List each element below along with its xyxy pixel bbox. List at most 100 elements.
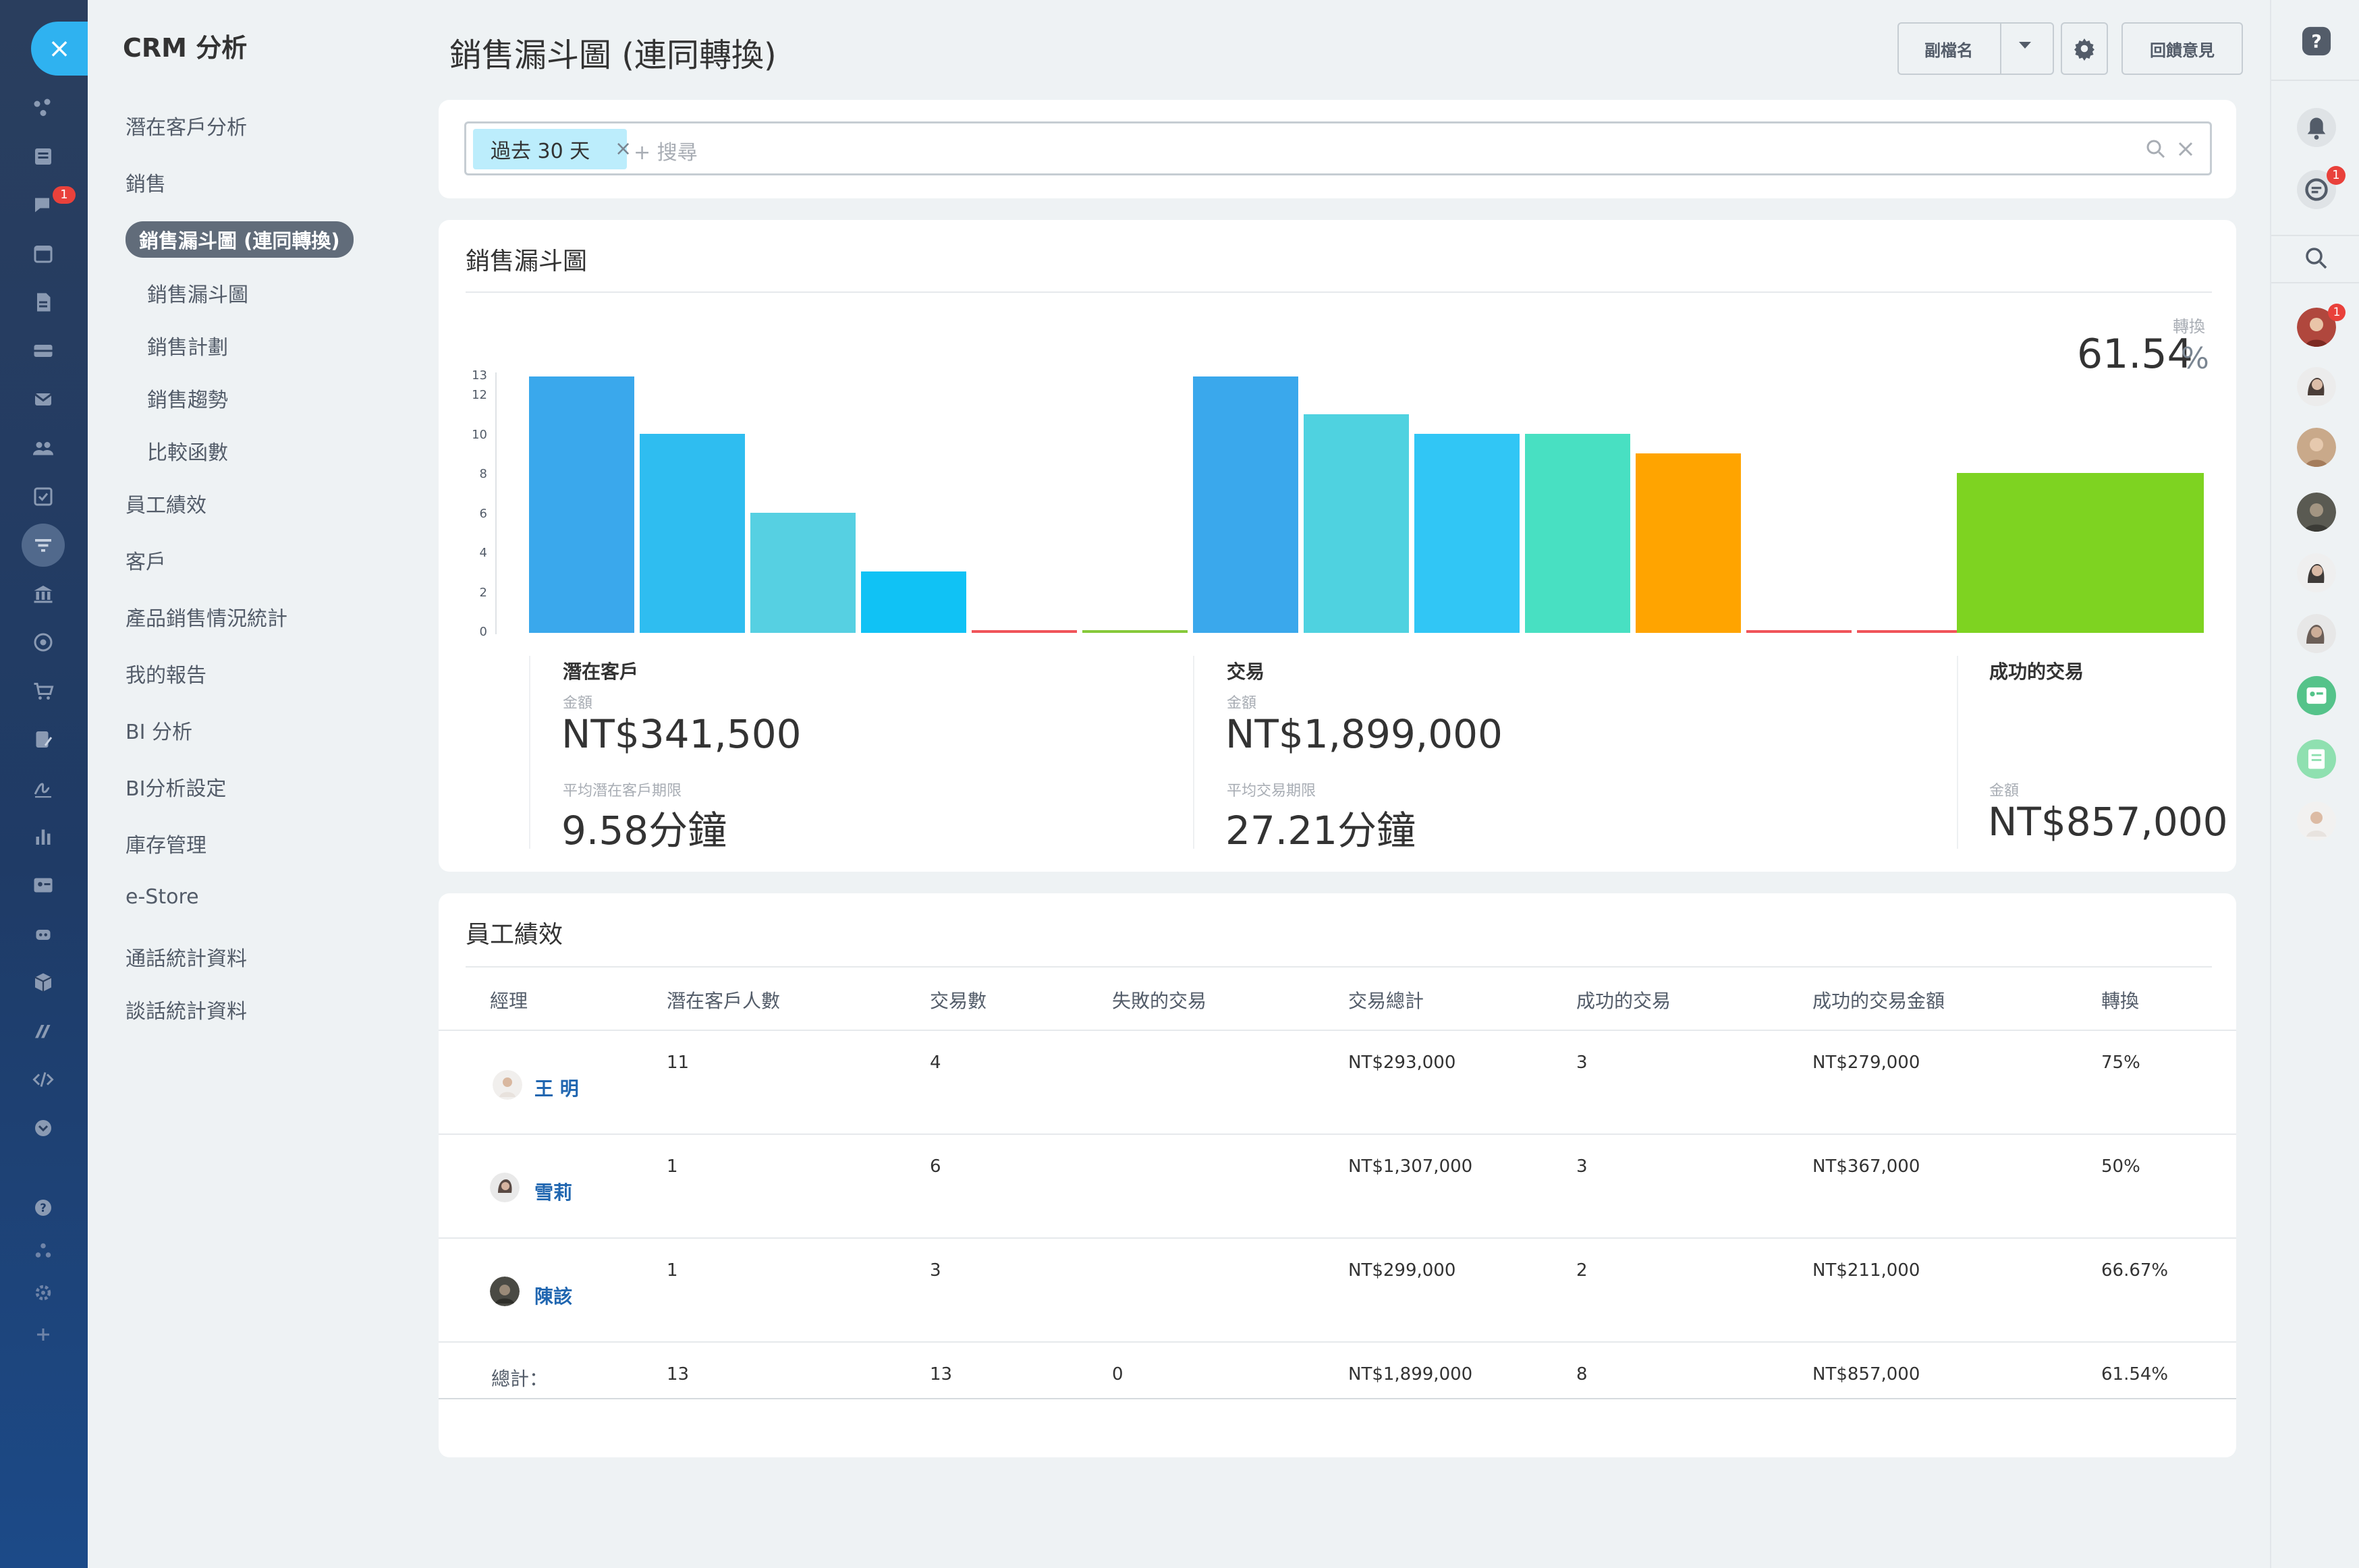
contact-card-icon[interactable] [27,869,59,901]
search-icon[interactable] [2302,244,2331,273]
plus-icon[interactable] [27,1318,59,1351]
open-lines-button[interactable] [2297,676,2336,715]
menu-item-clients[interactable]: 客戶 [126,545,166,575]
sitemap-icon[interactable] [27,92,59,124]
users-icon[interactable] [27,432,59,464]
funnel-bar[interactable] [861,571,966,633]
funnel-bar[interactable] [1414,433,1520,633]
funnel-bar[interactable] [1304,414,1409,633]
funnel-bar[interactable] [1857,630,1962,633]
funnel-bar[interactable] [750,512,856,633]
menu-item-sales-trend[interactable]: 銷售趨勢 [147,383,228,413]
won-amount-label: 金額 [1989,783,2020,800]
funnel-bar[interactable] [1525,433,1630,633]
user-avatar[interactable] [2297,367,2336,406]
avatar[interactable] [490,1173,520,1202]
form-icon[interactable] [27,723,59,756]
user-avatar[interactable] [2297,493,2336,532]
document-icon[interactable] [27,286,59,318]
menu-item-my-reports[interactable]: 我的報告 [126,659,206,688]
funnel-bar[interactable] [1957,473,2204,633]
menu-item-estore[interactable]: e-Store [126,885,199,909]
user-avatar[interactable] [2297,428,2336,467]
menu-item-call-stats[interactable]: 通話統計資料 [126,942,247,972]
menu-item-product-sales[interactable]: 產品銷售情況統計 [126,602,287,632]
avatar[interactable] [490,1277,520,1306]
manager-name-link[interactable]: 雪莉 [534,1178,572,1205]
calendar-icon[interactable] [27,237,59,270]
column-header[interactable]: 失敗的交易 [1112,986,1206,1013]
funnel-bar[interactable] [1746,630,1852,633]
column-header[interactable]: 交易數 [930,986,987,1013]
help-icon[interactable]: ? [27,1192,59,1224]
bar-chart-icon[interactable] [27,820,59,853]
sign-icon[interactable] [27,772,59,804]
menu-item-bi-analytics[interactable]: BI 分析 [126,715,192,745]
avatar[interactable] [493,1070,522,1100]
chevron-down-circle-icon[interactable] [27,1112,59,1144]
inbox-icon[interactable] [27,335,59,367]
y-tick-label: 6 [479,506,487,521]
code-icon[interactable] [27,1063,59,1096]
cart-icon[interactable] [27,675,59,707]
brand-icon[interactable] [27,1015,59,1047]
column-header[interactable]: 成功的交易 [1576,986,1671,1013]
user-avatar[interactable] [2297,802,2336,841]
target-icon[interactable] [27,626,59,659]
search-input[interactable]: + 搜尋 [634,136,698,165]
menu-item-conversation-stats[interactable]: 談話統計資料 [126,995,247,1024]
settings-button[interactable] [2061,22,2108,75]
column-header[interactable]: 經理 [490,986,528,1013]
settings-icon[interactable] [27,1277,59,1309]
menu-item-sales-funnel[interactable]: 銷售漏斗圖 [147,278,248,308]
manager-name-link[interactable]: 陳該 [534,1282,572,1309]
funnel-bar[interactable] [640,433,745,633]
column-header[interactable]: 交易總計 [1348,986,1424,1013]
network-icon[interactable] [27,1235,59,1267]
manager-name-link[interactable]: 王 明 [534,1074,579,1101]
funnel-bar[interactable] [1193,376,1298,633]
remove-chip-icon[interactable]: × [615,129,632,169]
help-icon[interactable]: ? [2301,26,2332,57]
funnel-bar[interactable] [529,376,634,633]
chevron-down-icon[interactable] [2019,42,2031,49]
menu-item-employee-performance[interactable]: 員工績效 [126,488,206,518]
menu-item-bi-settings[interactable]: BI分析設定 [126,772,226,802]
column-header[interactable]: 潛在客戶人數 [667,986,780,1013]
button-divider [2000,24,2001,74]
task-icon[interactable] [27,480,59,513]
menu-item-lead-analytics[interactable]: 潛在客戶分析 [126,111,247,140]
funnel-bar[interactable] [1636,453,1741,633]
mail-icon[interactable] [27,383,59,416]
funnel-icon[interactable] [22,524,65,567]
menu-item-compare[interactable]: 比較函數 [147,436,228,466]
search-filter-box[interactable]: 過去 30 天 × + 搜尋 [464,121,2212,175]
menu-item-sales[interactable]: 銷售 [126,167,166,197]
feedback-button[interactable]: 回饋意見 [2121,22,2243,75]
funnel-bar[interactable] [972,630,1077,633]
deals-total: NT$1,307,000 [1348,1156,1473,1177]
funnel-bar[interactable] [1082,630,1188,633]
total-deals: 13 [930,1364,953,1384]
clear-search-icon[interactable] [2173,137,2198,161]
total-won-amount: NT$857,000 [1812,1364,1920,1384]
bell-button[interactable] [2297,108,2336,147]
menu-item-inventory[interactable]: 庫存管理 [126,829,206,858]
bank-icon[interactable] [27,578,59,610]
search-icon[interactable] [2144,137,2168,161]
box-icon[interactable] [27,966,59,999]
won-label: 成功的交易 [1989,661,2084,683]
user-avatar[interactable] [2297,553,2336,592]
robot-icon[interactable] [27,918,59,950]
alias-dropdown-button[interactable]: 副檔名 [1897,22,2054,75]
newspaper-icon[interactable] [27,140,59,173]
user-avatar[interactable] [2297,614,2336,653]
column-header[interactable]: 轉換 [2101,986,2139,1013]
row-divider [439,1133,2236,1135]
menu-item-sales-plan[interactable]: 銷售計劃 [147,331,228,360]
menu-item-sales-funnel-conversion[interactable]: 銷售漏斗圖 (連同轉換) [126,221,354,258]
column-header[interactable]: 成功的交易金額 [1812,986,1945,1013]
filter-chip[interactable]: 過去 30 天 × [473,129,632,169]
close-menu-button[interactable]: × [31,22,88,76]
notes-button[interactable] [2297,739,2336,779]
